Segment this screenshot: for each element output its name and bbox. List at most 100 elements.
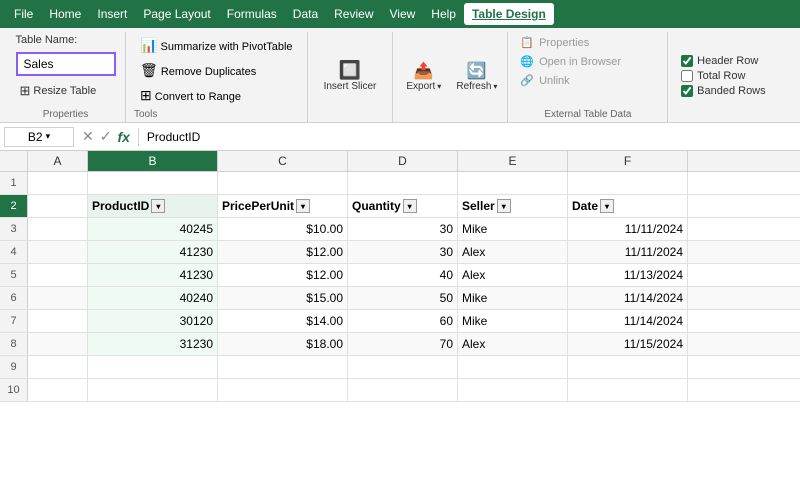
cell-e9[interactable] [458, 356, 568, 378]
cell-reference-box[interactable]: B2 ▾ [4, 127, 74, 147]
summarize-pivot-button[interactable]: 📊 Summarize with PivotTable [134, 34, 299, 57]
cell-c6[interactable]: $15.00 [218, 287, 348, 309]
cell-b9[interactable] [88, 356, 218, 378]
seller-filter-btn[interactable]: ▾ [497, 199, 511, 213]
col-header-e[interactable]: E [458, 151, 568, 171]
menu-table-design[interactable]: Table Design [464, 3, 554, 25]
total-row-checkbox[interactable] [681, 70, 693, 82]
cell-a10[interactable] [28, 379, 88, 401]
cell-f9[interactable] [568, 356, 688, 378]
cell-b3[interactable]: 40245 [88, 218, 218, 240]
cell-d5[interactable]: 40 [348, 264, 458, 286]
menu-help[interactable]: Help [423, 3, 464, 25]
cell-a5[interactable] [28, 264, 88, 286]
cell-f8[interactable]: 11/15/2024 [568, 333, 688, 355]
cell-b1[interactable] [88, 172, 218, 194]
cell-d4[interactable]: 30 [348, 241, 458, 263]
resize-table-button[interactable]: ⊞ Resize Table [16, 81, 101, 101]
cell-c4[interactable]: $12.00 [218, 241, 348, 263]
banded-rows-checkbox[interactable] [681, 85, 693, 97]
cell-f4[interactable]: 11/11/2024 [568, 241, 688, 263]
formula-input[interactable] [143, 130, 796, 144]
header-row-checkbox-label[interactable]: Header Row [681, 55, 766, 67]
cell-e1[interactable] [458, 172, 568, 194]
cell-f1[interactable] [568, 172, 688, 194]
confirm-icon[interactable]: ✓ [100, 128, 112, 145]
cell-d9[interactable] [348, 356, 458, 378]
cell-b4[interactable]: 41230 [88, 241, 218, 263]
menu-file[interactable]: File [6, 3, 41, 25]
remove-duplicates-button[interactable]: 🗑 Remove Duplicates [134, 59, 262, 82]
cell-b2[interactable]: ProductID ▾ [88, 195, 218, 217]
cell-c10[interactable] [218, 379, 348, 401]
cell-d2[interactable]: Quantity ▾ [348, 195, 458, 217]
header-row-checkbox[interactable] [681, 55, 693, 67]
cell-f2[interactable]: Date ▾ [568, 195, 688, 217]
cell-d7[interactable]: 60 [348, 310, 458, 332]
menu-view[interactable]: View [382, 3, 424, 25]
col-header-d[interactable]: D [348, 151, 458, 171]
cell-e5[interactable]: Alex [458, 264, 568, 286]
col-header-a[interactable]: A [28, 151, 88, 171]
cell-f3[interactable]: 11/11/2024 [568, 218, 688, 240]
cell-f5[interactable]: 11/13/2024 [568, 264, 688, 286]
cell-d6[interactable]: 50 [348, 287, 458, 309]
cell-c8[interactable]: $18.00 [218, 333, 348, 355]
cell-e3[interactable]: Mike [458, 218, 568, 240]
refresh-button[interactable]: 🔄 Refresh ▾ [454, 57, 499, 96]
cell-e2[interactable]: Seller ▾ [458, 195, 568, 217]
cell-b7[interactable]: 30120 [88, 310, 218, 332]
cell-a2[interactable] [28, 195, 88, 217]
cell-c2[interactable]: PricePerUnit ▾ [218, 195, 348, 217]
insert-slicer-button[interactable]: 🔲 Insert Slicer [316, 46, 385, 106]
col-header-c[interactable]: C [218, 151, 348, 171]
cell-d8[interactable]: 70 [348, 333, 458, 355]
total-row-checkbox-label[interactable]: Total Row [681, 70, 766, 82]
cell-f6[interactable]: 11/14/2024 [568, 287, 688, 309]
banded-rows-checkbox-label[interactable]: Banded Rows [681, 85, 766, 97]
quantity-filter-btn[interactable]: ▾ [403, 199, 417, 213]
cell-b5[interactable]: 41230 [88, 264, 218, 286]
priceperunit-filter-btn[interactable]: ▾ [296, 199, 310, 213]
cell-f7[interactable]: 11/14/2024 [568, 310, 688, 332]
menu-page-layout[interactable]: Page Layout [135, 3, 218, 25]
menu-home[interactable]: Home [41, 3, 89, 25]
fx-icon[interactable]: fx [117, 129, 129, 145]
productid-filter-btn[interactable]: ▾ [151, 199, 165, 213]
convert-to-range-button[interactable]: ⊞ Convert to Range [134, 84, 247, 107]
cell-d1[interactable] [348, 172, 458, 194]
cell-e6[interactable]: Mike [458, 287, 568, 309]
cell-e7[interactable]: Mike [458, 310, 568, 332]
menu-review[interactable]: Review [326, 3, 381, 25]
cell-b6[interactable]: 40240 [88, 287, 218, 309]
cell-a9[interactable] [28, 356, 88, 378]
col-header-f[interactable]: F [568, 151, 688, 171]
cell-c9[interactable] [218, 356, 348, 378]
cell-a3[interactable] [28, 218, 88, 240]
cell-c5[interactable]: $12.00 [218, 264, 348, 286]
cell-b10[interactable] [88, 379, 218, 401]
cell-c3[interactable]: $10.00 [218, 218, 348, 240]
cell-c1[interactable] [218, 172, 348, 194]
date-filter-btn[interactable]: ▾ [600, 199, 614, 213]
cell-a7[interactable] [28, 310, 88, 332]
cancel-icon[interactable]: ✕ [82, 128, 94, 145]
cell-a1[interactable] [28, 172, 88, 194]
cell-c7[interactable]: $14.00 [218, 310, 348, 332]
menu-data[interactable]: Data [285, 3, 326, 25]
cell-b8[interactable]: 31230 [88, 333, 218, 355]
cell-f10[interactable] [568, 379, 688, 401]
menu-formulas[interactable]: Formulas [219, 3, 285, 25]
cell-a8[interactable] [28, 333, 88, 355]
cell-e10[interactable] [458, 379, 568, 401]
cell-d3[interactable]: 30 [348, 218, 458, 240]
cell-e8[interactable]: Alex [458, 333, 568, 355]
col-header-b[interactable]: B [88, 151, 218, 171]
table-name-input[interactable] [16, 52, 116, 76]
cell-d10[interactable] [348, 379, 458, 401]
cell-a6[interactable] [28, 287, 88, 309]
export-button[interactable]: 📤 Export ▾ [401, 57, 446, 96]
menu-insert[interactable]: Insert [89, 3, 135, 25]
cell-a4[interactable] [28, 241, 88, 263]
cell-e4[interactable]: Alex [458, 241, 568, 263]
